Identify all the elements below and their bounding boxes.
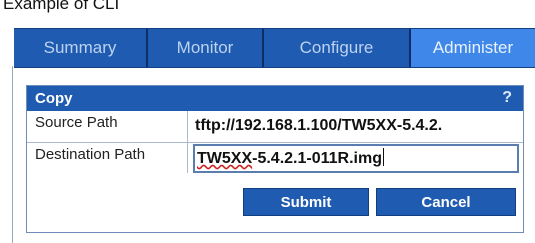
submit-button[interactable]: Submit bbox=[243, 188, 369, 216]
cancel-button[interactable]: Cancel bbox=[376, 188, 516, 216]
spellcheck-underlined-text: TW5XX bbox=[197, 150, 253, 167]
source-path-input[interactable]: tftp://192.168.1.100/TW5XX-5.4.2. bbox=[193, 113, 519, 140]
tab-configure[interactable]: Configure bbox=[264, 29, 411, 67]
destination-path-input[interactable]: TW5XX-5.4.2.1-011R.img bbox=[193, 144, 519, 173]
tab-bar: Summary Monitor Configure Administer bbox=[14, 28, 535, 68]
page-caption: Example of CLI bbox=[3, 0, 120, 13]
help-icon[interactable]: ? bbox=[502, 89, 512, 107]
panel-header: Copy ? bbox=[27, 86, 523, 111]
tab-administer[interactable]: Administer bbox=[411, 29, 535, 67]
panel-title: Copy bbox=[35, 90, 73, 107]
source-path-row: Source Path tftp://192.168.1.100/TW5XX-5… bbox=[27, 111, 523, 143]
text-caret bbox=[382, 148, 384, 166]
destination-path-row: Destination Path TW5XX-5.4.2.1-011R.img bbox=[27, 143, 523, 174]
source-path-label: Source Path bbox=[27, 111, 188, 142]
form-footer: Submit Cancel bbox=[26, 173, 524, 233]
tab-summary[interactable]: Summary bbox=[14, 29, 148, 67]
copy-panel: Copy ? Source Path tftp://192.168.1.100/… bbox=[26, 85, 524, 175]
content-left-border bbox=[12, 66, 13, 243]
destination-path-text: -5.4.2.1-011R.img bbox=[252, 150, 382, 167]
tab-monitor[interactable]: Monitor bbox=[148, 29, 264, 67]
destination-path-label: Destination Path bbox=[27, 143, 188, 174]
